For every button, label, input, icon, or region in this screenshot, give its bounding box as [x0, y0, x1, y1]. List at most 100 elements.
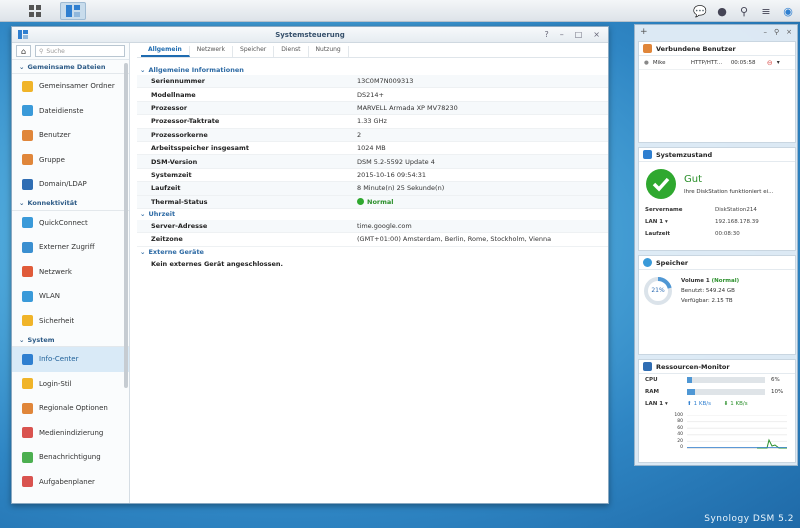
file-services-icon [22, 105, 33, 117]
minimize-button[interactable]: – [560, 30, 564, 39]
time-section-header[interactable]: ⌄ Uhrzeit [137, 209, 608, 220]
notification-icon [22, 451, 33, 463]
sidebar-item-aufgabenplaner[interactable]: Aufgabenplaner [12, 470, 129, 495]
tab-speicher[interactable]: Speicher [233, 46, 275, 57]
sidebar-scrollbar[interactable] [124, 63, 128, 388]
network-graph: 100 80 60 40 20 0 [645, 413, 789, 453]
table-row: Modellname DS214+ [137, 88, 608, 102]
sidebar-section-header[interactable]: ⌄ System [12, 333, 129, 347]
search-icon[interactable]: ⚲ [736, 3, 752, 19]
cpu-row: CPU 6% [639, 374, 795, 386]
section-title: Allgemeine Informationen [148, 65, 244, 74]
sidebar-item-login-stil[interactable]: Login-Stil [12, 372, 129, 397]
search-icon: ⚲ [39, 47, 44, 55]
help-button[interactable]: ? [544, 30, 548, 39]
sidebar-item-netzwerk[interactable]: Netzwerk [12, 260, 129, 285]
sidebar-section-header[interactable]: ⌄ Gemeinsame Dateien [12, 60, 129, 74]
storage-used: Benutzt: 549.24 GB [681, 288, 735, 294]
sidebar-item-gemeinsamer-ordner[interactable]: Gemeinsamer Ordner [12, 74, 129, 99]
cpu-value: 6% [771, 377, 780, 383]
taskbar: 💬 ● ⚲ ≡ ◉ [0, 0, 800, 22]
cpu-bar-fill [687, 377, 692, 383]
main-menu-button[interactable] [22, 2, 48, 20]
row-value: (GMT+01:00) Amsterdam, Berlin, Rome, Sto… [357, 235, 552, 244]
storage-widget: Speicher 21% Volume 1 (Normal) Benutzt: … [638, 255, 796, 355]
row-value: 8 Minute(n) 25 Sekunde(n) [357, 184, 445, 193]
sidebar-item-label: WLAN [39, 292, 61, 301]
row-value: 00:08:30 [715, 231, 740, 237]
resource-monitor-widget: Ressourcen-Monitor CPU 6% RAM 10% LAN 1 ▾ ⬆… [638, 359, 796, 463]
sidebar-item-label: Regionale Optionen [39, 404, 108, 413]
lan-select[interactable]: LAN 1 ▾ [645, 401, 687, 407]
close-icon[interactable]: × [786, 28, 792, 36]
sidebar-item-gruppe[interactable]: Gruppe [12, 148, 129, 173]
sidebar-item-medienindizierung[interactable]: Medienindizierung [12, 421, 129, 446]
sidebar-section-label: System [27, 335, 55, 344]
collapse-icon: ⌄ [140, 248, 146, 257]
row-value: DSM 5.2-5592 Update 4 [357, 157, 435, 166]
row-value: 13C0M7N009313 [357, 77, 414, 86]
login-style-icon [22, 378, 33, 390]
row-key: Seriennummer [151, 77, 205, 86]
sidebar-item-benutzer[interactable]: Benutzer [12, 123, 129, 148]
window-titlebar[interactable]: Systemsteuerung ? – □ × [12, 27, 608, 43]
row-key: LAN 1 ▾ [645, 219, 668, 225]
chat-icon[interactable]: 💬 [692, 3, 708, 19]
close-button[interactable]: × [593, 30, 600, 39]
volume-status: (Normal) [711, 278, 740, 284]
sidebar-item-info-center[interactable]: Info-Center [12, 347, 129, 372]
sidebar-item-label: Domain/LDAP [39, 180, 87, 189]
external-section-header[interactable]: ⌄ Externe Geräte [137, 247, 608, 258]
sidebar-item-regionale-optionen[interactable]: Regionale Optionen [12, 396, 129, 421]
options-icon[interactable]: ≡ [758, 3, 774, 19]
sidebar-section-header[interactable]: ⌄ Konnektivität [12, 197, 129, 211]
row-key: Servername [645, 207, 683, 213]
widgets-panel: + – ⚲ × Verbundene Benutzer ● Mike HTTP/HT… [634, 24, 798, 466]
table-row: Systemzeit 2015-10-16 09:54:31 [137, 169, 608, 183]
health-row: LAN 1 ▾ 192.168.178.39 [639, 216, 795, 228]
sidebar-item-label: Dateidienste [39, 106, 84, 115]
sidebar-item-domain-ldap[interactable]: Domain/LDAP [12, 172, 129, 197]
search-placeholder: Suche [46, 47, 65, 55]
tab-dienst[interactable]: Dienst [274, 46, 309, 57]
pin-icon[interactable]: ⚲ [774, 28, 779, 36]
table-row: Prozessor MARVELL Armada XP MV78230 [137, 101, 608, 116]
sidebar-item-benachrichtigung[interactable]: Benachrichtigung [12, 445, 129, 470]
media-icon [22, 427, 33, 439]
thermal-row: Thermal-Status Normal [137, 195, 608, 209]
wifi-icon [22, 290, 33, 302]
user-icon [22, 129, 33, 141]
folder-icon [22, 80, 33, 92]
widget-title: Systemzustand [656, 150, 713, 159]
widgets-toggle-icon[interactable]: ◉ [780, 3, 796, 19]
tab-allgemein[interactable]: Allgemein [141, 46, 190, 57]
search-input[interactable]: ⚲ Suche [35, 45, 125, 57]
row-value: 1024 MB [357, 144, 386, 153]
external-message: Kein externes Gerät angeschlossen. [151, 260, 284, 269]
sidebar-item-dateidienste[interactable]: Dateidienste [12, 99, 129, 124]
kick-user-icon[interactable]: ⊖ [767, 59, 773, 67]
collapse-icon: ⌄ [140, 65, 146, 74]
minimize-icon[interactable]: – [763, 28, 767, 36]
info-icon [22, 353, 33, 365]
chevron-down-icon[interactable]: ▾ [777, 59, 780, 66]
storage-percent: 21% [651, 287, 665, 294]
general-info-table: Seriennummer 13C0M7N009313 Modellname DS214… [137, 75, 608, 196]
user-menu-icon[interactable]: ● [714, 3, 730, 19]
system-health-widget: Systemzustand Gut Ihre DiskStation funkt… [638, 147, 796, 251]
row-key: DSM-Version [151, 157, 198, 166]
sidebar-item-sicherheit[interactable]: Sicherheit [12, 309, 129, 334]
row-key: Laufzeit [645, 231, 670, 237]
general-section-header[interactable]: ⌄ Allgemeine Informationen [137, 64, 608, 75]
sidebar-item-wlan[interactable]: WLAN [12, 284, 129, 309]
sidebar-item-externer-zugriff[interactable]: Externer Zugriff [12, 235, 129, 260]
external-access-icon [22, 241, 33, 253]
tab-netzwerk[interactable]: Netzwerk [190, 46, 234, 57]
maximize-button[interactable]: □ [575, 30, 583, 39]
add-widget-button[interactable]: + [640, 27, 648, 37]
row-key: Prozessorkerne [151, 130, 208, 139]
home-button[interactable]: ⌂ [16, 45, 31, 57]
sidebar-item-quickconnect[interactable]: QuickConnect [12, 211, 129, 236]
control-panel-taskbar-button[interactable] [60, 2, 86, 20]
tab-nutzung[interactable]: Nutzung [309, 46, 349, 57]
